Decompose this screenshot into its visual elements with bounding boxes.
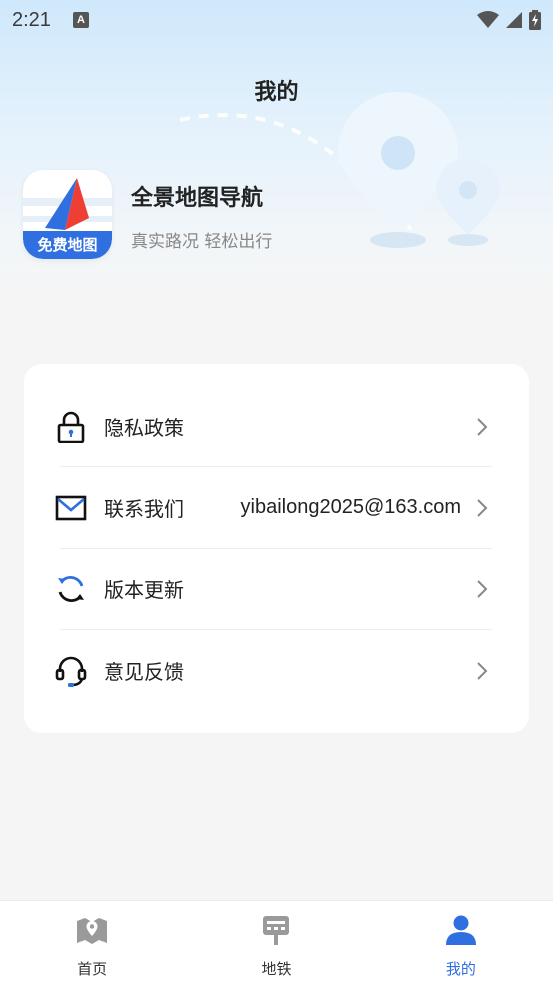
user-icon	[445, 915, 476, 945]
page-title: 我的	[254, 80, 299, 105]
status-time: 2:21	[12, 8, 51, 31]
menu-item-label: 意见反馈	[104, 660, 184, 684]
nav-label: 首页	[77, 960, 108, 978]
menu-item-feedback[interactable]: 意见反馈	[24, 630, 529, 711]
nav-item-home[interactable]: 首页	[0, 901, 184, 984]
notification-indicator: A	[72, 12, 89, 28]
chevron-right-icon	[477, 498, 488, 517]
menu-item-label: 版本更新	[104, 578, 184, 602]
nav-item-subway[interactable]: 地铁	[184, 901, 368, 984]
wifi-icon	[477, 11, 499, 28]
menu-item-label: 隐私政策	[104, 416, 184, 440]
app-name: 全景地图导航	[131, 186, 264, 211]
map-icon	[77, 918, 108, 944]
lock-icon	[54, 410, 88, 444]
headset-icon	[54, 654, 88, 688]
chevron-right-icon	[477, 417, 488, 436]
app-logo: 免费地图	[23, 170, 112, 259]
chevron-right-icon	[477, 579, 488, 598]
chevron-right-icon	[477, 661, 488, 680]
signal-icon	[506, 12, 522, 28]
menu-item-contact-us[interactable]: 联系我们 yibailong2025@163.com	[24, 467, 529, 548]
menu-card: 隐私政策 联系我们 yibailong2025@163.com 版本更新 意见反…	[24, 364, 529, 733]
menu-item-label: 联系我们	[104, 497, 184, 521]
menu-item-version-update[interactable]: 版本更新	[24, 548, 529, 629]
nav-label: 地铁	[261, 960, 292, 978]
nav-label: 我的	[445, 960, 476, 978]
app-logo-badge: 免费地图	[23, 231, 112, 259]
status-icons	[477, 10, 541, 30]
menu-item-privacy-policy[interactable]: 隐私政策	[24, 386, 529, 467]
refresh-icon	[54, 572, 88, 606]
nav-item-mine[interactable]: 我的	[369, 901, 553, 984]
contact-email: yibailong2025@163.com	[240, 496, 461, 518]
bottom-navigation: 首页 地铁 我的	[0, 900, 553, 984]
app-slogan: 真实路况 轻松出行	[131, 232, 273, 252]
mail-icon	[54, 491, 88, 525]
battery-charging-icon	[529, 10, 541, 30]
status-bar: 2:21 A	[0, 0, 553, 40]
subway-icon	[263, 916, 290, 945]
